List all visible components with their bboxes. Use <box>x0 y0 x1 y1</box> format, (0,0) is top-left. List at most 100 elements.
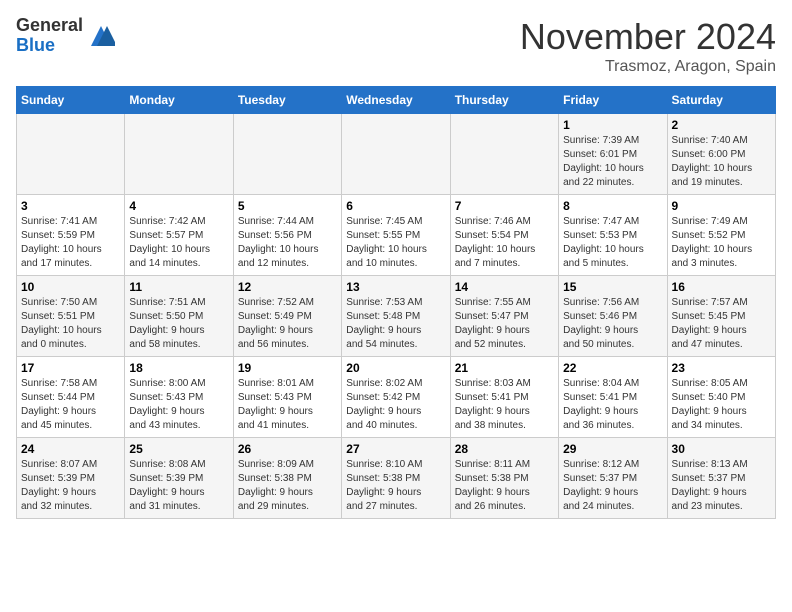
day-info: Sunrise: 7:39 AM Sunset: 6:01 PM Dayligh… <box>563 134 662 190</box>
day-info: Sunrise: 7:51 AM Sunset: 5:50 PM Dayligh… <box>129 296 228 352</box>
day-number: 29 <box>563 442 662 456</box>
day-number: 6 <box>346 199 445 213</box>
calendar-week-5: 24Sunrise: 8:07 AM Sunset: 5:39 PM Dayli… <box>17 438 776 519</box>
calendar-cell: 18 Sunrise: 8:00 AM Sunset: 5:43 PM Dayli… <box>125 357 233 438</box>
calendar-cell <box>17 114 125 195</box>
calendar-cell: 10 Sunrise: 7:50 AM Sunset: 5:51 PM Dayli… <box>17 276 125 357</box>
day-info: Sunrise: 8:02 AM Sunset: 5:42 PM Dayligh… <box>346 377 445 433</box>
day-number: 1 <box>563 118 662 132</box>
day-number: 2 <box>672 118 771 132</box>
day-number: 10 <box>21 280 120 294</box>
calendar-table: SundayMondayTuesdayWednesdayThursdayFrid… <box>16 86 776 519</box>
day-info: Sunrise: 7:41 AM Sunset: 5:59 PM Dayligh… <box>21 215 120 271</box>
day-info: Sunrise: 8:12 AM Sunset: 5:37 PM Dayligh… <box>563 458 662 514</box>
day-number: 25 <box>129 442 228 456</box>
calendar-cell: 4Sunrise: 7:42 AM Sunset: 5:57 PM Daylig… <box>125 195 233 276</box>
calendar-cell: 14Sunrise: 7:55 AM Sunset: 5:47 PM Dayli… <box>450 276 558 357</box>
calendar-cell: 9 Sunrise: 7:49 AM Sunset: 5:52 PM Daylig… <box>667 195 775 276</box>
calendar-cell: 3 Sunrise: 7:41 AM Sunset: 5:59 PM Daylig… <box>17 195 125 276</box>
day-number: 19 <box>238 361 337 375</box>
day-info: Sunrise: 8:03 AM Sunset: 5:41 PM Dayligh… <box>455 377 554 433</box>
day-info: Sunrise: 7:40 AM Sunset: 6:00 PM Dayligh… <box>672 134 771 190</box>
day-info: Sunrise: 7:45 AM Sunset: 5:55 PM Dayligh… <box>346 215 445 271</box>
day-info: Sunrise: 8:07 AM Sunset: 5:39 PM Dayligh… <box>21 458 120 514</box>
day-info: Sunrise: 8:01 AM Sunset: 5:43 PM Dayligh… <box>238 377 337 433</box>
day-number: 5 <box>238 199 337 213</box>
day-number: 13 <box>346 280 445 294</box>
month-title: November 2024 <box>520 16 776 58</box>
calendar-week-4: 17 Sunrise: 7:58 AM Sunset: 5:44 PM Dayli… <box>17 357 776 438</box>
calendar-cell: 24Sunrise: 8:07 AM Sunset: 5:39 PM Dayli… <box>17 438 125 519</box>
day-info: Sunrise: 8:04 AM Sunset: 5:41 PM Dayligh… <box>563 377 662 433</box>
calendar-cell: 19 Sunrise: 8:01 AM Sunset: 5:43 PM Dayli… <box>233 357 341 438</box>
calendar-cell: 2 Sunrise: 7:40 AM Sunset: 6:00 PM Daylig… <box>667 114 775 195</box>
day-info: Sunrise: 7:47 AM Sunset: 5:53 PM Dayligh… <box>563 215 662 271</box>
day-info: Sunrise: 8:13 AM Sunset: 5:37 PM Dayligh… <box>672 458 771 514</box>
calendar-cell: 7Sunrise: 7:46 AM Sunset: 5:54 PM Daylig… <box>450 195 558 276</box>
day-number: 20 <box>346 361 445 375</box>
day-info: Sunrise: 8:08 AM Sunset: 5:39 PM Dayligh… <box>129 458 228 514</box>
title-section: November 2024 Trasmoz, Aragon, Spain <box>520 16 776 76</box>
day-number: 17 <box>21 361 120 375</box>
day-info: Sunrise: 7:42 AM Sunset: 5:57 PM Dayligh… <box>129 215 228 271</box>
day-info: Sunrise: 7:56 AM Sunset: 5:46 PM Dayligh… <box>563 296 662 352</box>
weekday-header-sunday: Sunday <box>17 87 125 114</box>
calendar-cell: 20 Sunrise: 8:02 AM Sunset: 5:42 PM Dayli… <box>342 357 450 438</box>
day-info: Sunrise: 7:49 AM Sunset: 5:52 PM Dayligh… <box>672 215 771 271</box>
day-number: 15 <box>563 280 662 294</box>
weekday-header-monday: Monday <box>125 87 233 114</box>
calendar-cell: 26 Sunrise: 8:09 AM Sunset: 5:38 PM Dayli… <box>233 438 341 519</box>
day-info: Sunrise: 8:10 AM Sunset: 5:38 PM Dayligh… <box>346 458 445 514</box>
calendar-cell <box>342 114 450 195</box>
calendar-cell <box>233 114 341 195</box>
calendar-cell: 25 Sunrise: 8:08 AM Sunset: 5:39 PM Dayli… <box>125 438 233 519</box>
calendar-week-2: 3 Sunrise: 7:41 AM Sunset: 5:59 PM Daylig… <box>17 195 776 276</box>
day-number: 12 <box>238 280 337 294</box>
day-info: Sunrise: 7:50 AM Sunset: 5:51 PM Dayligh… <box>21 296 120 352</box>
calendar-cell: 21Sunrise: 8:03 AM Sunset: 5:41 PM Dayli… <box>450 357 558 438</box>
day-info: Sunrise: 7:58 AM Sunset: 5:44 PM Dayligh… <box>21 377 120 433</box>
day-number: 26 <box>238 442 337 456</box>
day-info: Sunrise: 8:09 AM Sunset: 5:38 PM Dayligh… <box>238 458 337 514</box>
logo-blue: Blue <box>16 36 83 56</box>
day-info: Sunrise: 7:52 AM Sunset: 5:49 PM Dayligh… <box>238 296 337 352</box>
calendar-cell: 27 Sunrise: 8:10 AM Sunset: 5:38 PM Dayli… <box>342 438 450 519</box>
calendar-cell: 1 Sunrise: 7:39 AM Sunset: 6:01 PM Daylig… <box>559 114 667 195</box>
calendar-cell: 23Sunrise: 8:05 AM Sunset: 5:40 PM Dayli… <box>667 357 775 438</box>
calendar-cell <box>450 114 558 195</box>
day-info: Sunrise: 7:44 AM Sunset: 5:56 PM Dayligh… <box>238 215 337 271</box>
weekday-header-row: SundayMondayTuesdayWednesdayThursdayFrid… <box>17 87 776 114</box>
logo: General Blue <box>16 16 115 56</box>
weekday-header-thursday: Thursday <box>450 87 558 114</box>
calendar-cell: 28Sunrise: 8:11 AM Sunset: 5:38 PM Dayli… <box>450 438 558 519</box>
calendar-cell: 11 Sunrise: 7:51 AM Sunset: 5:50 PM Dayli… <box>125 276 233 357</box>
calendar-week-1: 1 Sunrise: 7:39 AM Sunset: 6:01 PM Daylig… <box>17 114 776 195</box>
day-number: 23 <box>672 361 771 375</box>
calendar-header: SundayMondayTuesdayWednesdayThursdayFrid… <box>17 87 776 114</box>
day-number: 8 <box>563 199 662 213</box>
day-info: Sunrise: 8:00 AM Sunset: 5:43 PM Dayligh… <box>129 377 228 433</box>
calendar-cell: 8 Sunrise: 7:47 AM Sunset: 5:53 PM Daylig… <box>559 195 667 276</box>
calendar-cell: 16Sunrise: 7:57 AM Sunset: 5:45 PM Dayli… <box>667 276 775 357</box>
day-info: Sunrise: 7:55 AM Sunset: 5:47 PM Dayligh… <box>455 296 554 352</box>
calendar-cell <box>125 114 233 195</box>
calendar-cell: 13 Sunrise: 7:53 AM Sunset: 5:48 PM Dayli… <box>342 276 450 357</box>
calendar-week-3: 10 Sunrise: 7:50 AM Sunset: 5:51 PM Dayli… <box>17 276 776 357</box>
weekday-header-saturday: Saturday <box>667 87 775 114</box>
location: Trasmoz, Aragon, Spain <box>520 58 776 76</box>
day-number: 9 <box>672 199 771 213</box>
weekday-header-friday: Friday <box>559 87 667 114</box>
day-number: 18 <box>129 361 228 375</box>
day-number: 27 <box>346 442 445 456</box>
calendar-cell: 15 Sunrise: 7:56 AM Sunset: 5:46 PM Dayli… <box>559 276 667 357</box>
day-number: 11 <box>129 280 228 294</box>
day-info: Sunrise: 7:53 AM Sunset: 5:48 PM Dayligh… <box>346 296 445 352</box>
page-header: General Blue November 2024 Trasmoz, Arag… <box>16 16 776 76</box>
calendar-cell: 29 Sunrise: 8:12 AM Sunset: 5:37 PM Dayli… <box>559 438 667 519</box>
calendar-cell: 5 Sunrise: 7:44 AM Sunset: 5:56 PM Daylig… <box>233 195 341 276</box>
weekday-header-tuesday: Tuesday <box>233 87 341 114</box>
day-number: 3 <box>21 199 120 213</box>
calendar-cell: 6 Sunrise: 7:45 AM Sunset: 5:55 PM Daylig… <box>342 195 450 276</box>
weekday-header-wednesday: Wednesday <box>342 87 450 114</box>
day-info: Sunrise: 7:57 AM Sunset: 5:45 PM Dayligh… <box>672 296 771 352</box>
